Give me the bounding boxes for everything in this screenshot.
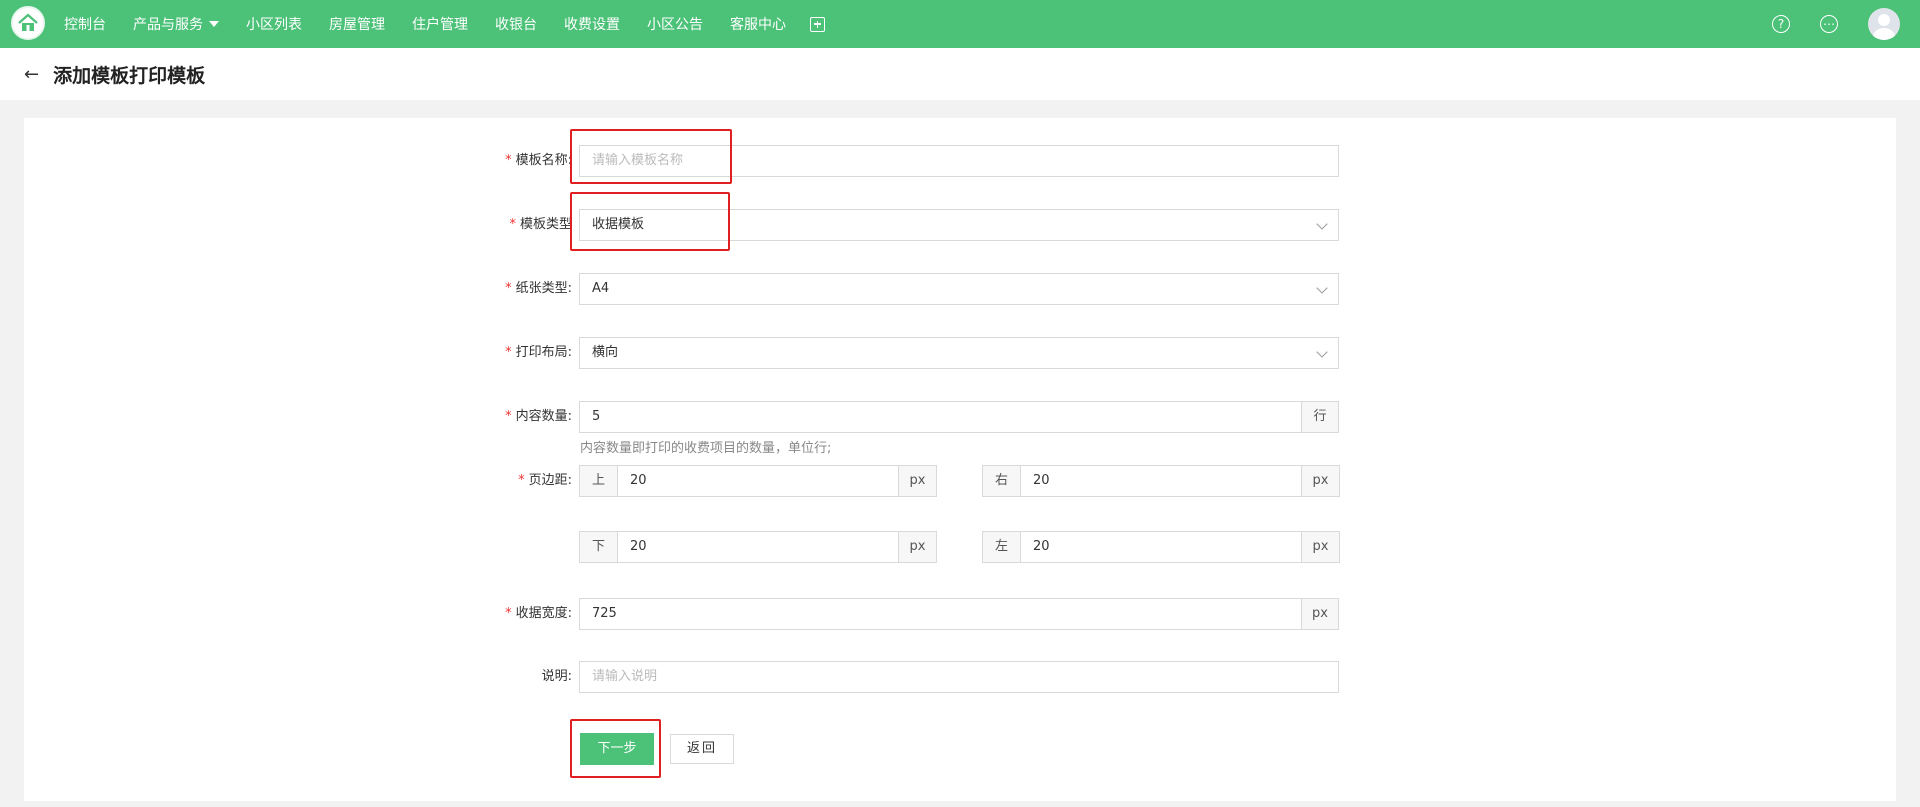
paper-type-select[interactable]: A4 bbox=[579, 273, 1339, 305]
content-count-label: * 内容数量: bbox=[505, 409, 572, 424]
content-count-hint: 内容数量即打印的收费项目的数量，单位行; bbox=[580, 441, 832, 456]
nav-item-cashier[interactable]: 收银台 bbox=[495, 14, 537, 34]
nav-item-products[interactable]: 产品与服务 bbox=[133, 14, 219, 34]
margin-top-prefix: 上 bbox=[580, 466, 618, 496]
template-name-label: * 模板名称: bbox=[505, 153, 572, 168]
nav-item-announcements[interactable]: 小区公告 bbox=[647, 14, 703, 34]
print-layout-select[interactable]: 横向 bbox=[579, 337, 1339, 369]
chevron-down-icon bbox=[1316, 346, 1328, 358]
print-layout-label: * 打印布局: bbox=[505, 345, 572, 360]
house-logo-icon bbox=[18, 13, 38, 31]
nav-item-service-center[interactable]: 客服中心 bbox=[730, 14, 786, 34]
top-navbar: 控制台 产品与服务 小区列表 房屋管理 住户管理 收银台 收费设置 小区公告 客… bbox=[0, 0, 1920, 48]
content-count-input[interactable]: 5行 bbox=[579, 401, 1339, 433]
page-title: 添加模板打印模板 bbox=[53, 64, 206, 87]
content-count-value: 5 bbox=[592, 409, 601, 424]
page-header: ← 添加模板打印模板 bbox=[0, 48, 1920, 100]
margin-left-input[interactable]: 左 20 px bbox=[982, 531, 1340, 563]
nav-item-fee-settings[interactable]: 收费设置 bbox=[564, 14, 620, 34]
margin-right-prefix: 右 bbox=[983, 466, 1021, 496]
margin-bottom-prefix: 下 bbox=[580, 532, 618, 562]
chevron-down-icon bbox=[1316, 282, 1328, 294]
receipt-width-value: 725 bbox=[592, 606, 617, 621]
chevron-down-icon bbox=[1316, 218, 1328, 230]
highlight-box-next-button bbox=[570, 719, 661, 778]
content-count-suffix: 行 bbox=[1301, 401, 1339, 433]
highlight-box-template-type bbox=[570, 192, 730, 251]
margin-right-input[interactable]: 右 20 px bbox=[982, 465, 1340, 497]
margin-right-value: 20 bbox=[1033, 473, 1050, 488]
nav-item-products-label: 产品与服务 bbox=[133, 17, 203, 33]
margin-bottom-input[interactable]: 下 20 px bbox=[579, 531, 937, 563]
margin-top-input[interactable]: 上 20 px bbox=[579, 465, 937, 497]
receipt-width-input[interactable]: 725 px bbox=[579, 598, 1339, 630]
margin-bottom-value: 20 bbox=[630, 539, 647, 554]
caret-down-icon bbox=[209, 21, 219, 27]
margin-bottom-suffix: px bbox=[898, 532, 936, 562]
margins-label: * 页边距: bbox=[518, 473, 572, 488]
margin-left-suffix: px bbox=[1301, 532, 1339, 562]
help-icon[interactable]: ? bbox=[1772, 15, 1790, 33]
logo[interactable] bbox=[11, 6, 45, 40]
margin-left-prefix: 左 bbox=[983, 532, 1021, 562]
margin-right-suffix: px bbox=[1301, 466, 1339, 496]
receipt-width-label: * 收据宽度: bbox=[505, 606, 572, 621]
print-layout-value: 横向 bbox=[592, 345, 619, 360]
nav-item-console[interactable]: 控制台 bbox=[64, 14, 106, 34]
paper-type-label: * 纸张类型: bbox=[505, 281, 572, 296]
chat-icon[interactable]: ⋯ bbox=[1820, 15, 1838, 33]
nav-item-housing[interactable]: 房屋管理 bbox=[329, 14, 385, 34]
highlight-box-template-name bbox=[570, 129, 732, 184]
paper-type-value: A4 bbox=[592, 281, 610, 296]
description-label: 说明: bbox=[541, 669, 572, 684]
margin-top-value: 20 bbox=[630, 473, 647, 488]
back-button[interactable]: 返回 bbox=[670, 734, 734, 764]
margin-top-suffix: px bbox=[898, 466, 936, 496]
avatar[interactable] bbox=[1868, 8, 1900, 40]
arrow-left-icon[interactable]: ← bbox=[24, 64, 39, 85]
margin-left-value: 20 bbox=[1033, 539, 1050, 554]
top-right-tools: ? ⋯ bbox=[1772, 0, 1920, 48]
main-nav: 控制台 产品与服务 小区列表 房屋管理 住户管理 收银台 收费设置 小区公告 客… bbox=[64, 0, 825, 48]
description-input[interactable]: 请输入说明 bbox=[579, 661, 1339, 693]
nav-item-residents[interactable]: 住户管理 bbox=[412, 14, 468, 34]
add-tab-icon[interactable] bbox=[810, 16, 825, 32]
receipt-width-suffix: px bbox=[1301, 598, 1339, 630]
template-type-label: * 模板类型 bbox=[509, 217, 572, 232]
nav-item-community-list[interactable]: 小区列表 bbox=[246, 14, 302, 34]
